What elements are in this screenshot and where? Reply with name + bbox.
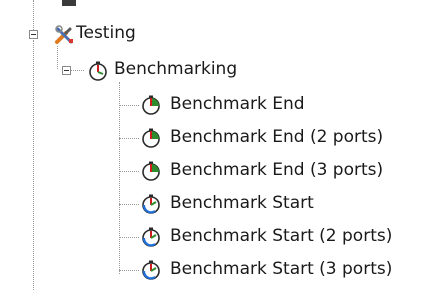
tree-node-label: Benchmark Start (3 ports) <box>170 259 393 279</box>
tree-node-benchmark-start-2-ports[interactable]: Benchmark Start (2 ports) <box>0 225 423 253</box>
tree-node-label: Benchmark End (3 ports) <box>170 160 384 180</box>
benchmark-start-icon <box>140 193 162 215</box>
collapse-toggle-benchmarking[interactable] <box>62 66 71 75</box>
benchmark-start-icon <box>140 259 162 281</box>
tools-icon <box>54 24 76 46</box>
tree-node-label: Benchmark End <box>170 94 305 114</box>
tree-guide-h <box>119 204 139 205</box>
partial-top-row <box>0 0 423 12</box>
tree-guide-h <box>119 171 139 172</box>
tree-node-label: Benchmark Start <box>170 193 314 213</box>
tree-guide-h <box>119 138 139 139</box>
tree-node-label: Benchmark Start (2 ports) <box>170 226 393 246</box>
tree-node-benchmark-start-3-ports[interactable]: Benchmark Start (3 ports) <box>0 258 423 286</box>
partial-top-icon <box>62 0 76 6</box>
tree-node-benchmark-end-3-ports[interactable]: Benchmark End (3 ports) <box>0 159 423 187</box>
tree-node-label: Benchmarking <box>114 59 238 79</box>
tree-node-benchmark-end[interactable]: Benchmark End <box>0 93 423 121</box>
benchmark-end-icon <box>140 94 162 116</box>
tree-guide-h <box>119 270 139 271</box>
tree-node-label: Testing <box>76 23 136 43</box>
tree-node-benchmark-end-2-ports[interactable]: Benchmark End (2 ports) <box>0 126 423 154</box>
benchmark-folder-icon <box>87 60 109 82</box>
tree-node-benchmarking[interactable]: Benchmarking <box>0 58 423 86</box>
tree-node-testing[interactable]: Testing <box>0 22 423 50</box>
collapse-toggle-testing[interactable] <box>29 30 38 39</box>
tree-guide-h <box>119 105 139 106</box>
benchmark-end-icon <box>140 160 162 182</box>
benchmark-start-icon <box>140 226 162 248</box>
benchmark-end-icon <box>140 127 162 149</box>
tree-node-label: Benchmark End (2 ports) <box>170 127 384 147</box>
tree-node-benchmark-start[interactable]: Benchmark Start <box>0 192 423 220</box>
tree-guide-h <box>119 237 139 238</box>
toolbox-tree: Testing Benchmarking Benchmark End Bench… <box>0 0 423 290</box>
